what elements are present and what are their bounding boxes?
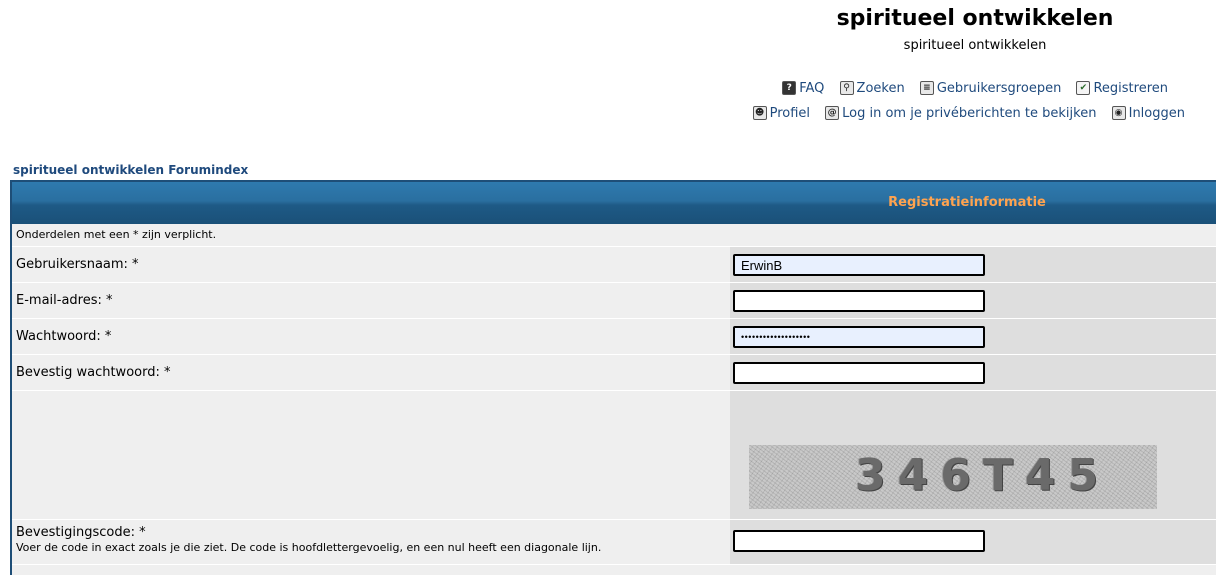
confirmation-code-row: Bevestigingscode: * Voer de code in exac… <box>12 520 1216 565</box>
faq-icon: ? <box>782 81 797 95</box>
required-note: Onderdelen met een * zijn verplicht. <box>12 224 1216 247</box>
captcha-row: 346T45 <box>12 391 1216 520</box>
nav-usergroups[interactable]: ≡ Gebruikersgroepen <box>919 80 1062 96</box>
password-input[interactable]: ••••••••••••••••••• <box>733 326 985 348</box>
nav-search[interactable]: ⚲ Zoeken <box>839 80 905 96</box>
profile-icon: ☻ <box>752 106 767 120</box>
confirmation-code-input[interactable] <box>733 530 985 552</box>
confirmation-code-label: Bevestigingscode: * <box>16 525 146 540</box>
confirm-password-label: Bevestig wachtwoord: * <box>12 355 729 390</box>
captcha-image: 346T45 <box>749 445 1157 509</box>
captcha-text: 346T45 <box>855 450 1111 501</box>
nav-row-main: ? FAQ ⚲ Zoeken ≡ Gebruikersgroepen ✔ Reg… <box>782 79 1168 96</box>
nav-private-messages[interactable]: @ Log in om je privéberichten te bekijke… <box>825 106 1096 121</box>
confirm-password-row: Bevestig wachtwoord: * <box>12 355 1216 391</box>
email-input[interactable] <box>733 290 985 312</box>
registration-form: Registratieinformatie Onderdelen met een… <box>10 180 1216 575</box>
nav-register-label: Registreren <box>1093 80 1168 96</box>
password-row: Wachtwoord: * ••••••••••••••••••• <box>12 319 1216 355</box>
register-icon: ✔ <box>1076 81 1091 95</box>
site-title: spiritueel ontwikkelen <box>836 6 1114 31</box>
captcha-label-cell <box>12 391 729 519</box>
nav-login-label: Inloggen <box>1128 105 1185 121</box>
nav-profile-label: Profiel <box>769 105 810 121</box>
nav-faq[interactable]: ? FAQ <box>782 81 824 96</box>
username-input[interactable] <box>733 254 985 276</box>
nav-usergroups-label: Gebruikersgroepen <box>936 80 1062 96</box>
email-row: E-mail-adres: * <box>12 283 1216 319</box>
username-row: Gebruikersnaam: * <box>12 247 1216 283</box>
usergroups-icon: ≡ <box>919 81 934 95</box>
messages-icon: @ <box>825 106 840 120</box>
form-header-title: Registratieinformatie <box>888 195 1046 210</box>
password-label: Wachtwoord: * <box>12 319 729 354</box>
site-description: spiritueel ontwikkelen <box>903 38 1047 53</box>
nav-faq-label: FAQ <box>799 80 825 96</box>
nav-login[interactable]: ◉ Inloggen <box>1111 105 1185 121</box>
confirmation-code-hint: Voer de code in exact zoals je die ziet.… <box>16 541 602 554</box>
nav-row-user: ☻ Profiel @ Log in om je privéberichten … <box>752 104 1185 121</box>
breadcrumb-forum-index[interactable]: spiritueel ontwikkelen Forumindex <box>13 163 248 177</box>
search-icon: ⚲ <box>839 81 854 95</box>
email-label: E-mail-adres: * <box>12 283 729 318</box>
username-label: Gebruikersnaam: * <box>12 247 729 282</box>
confirm-password-input[interactable] <box>733 362 985 384</box>
nav-profile[interactable]: ☻ Profiel <box>752 105 810 121</box>
confirmation-code-label-cell: Bevestigingscode: * Voer de code in exac… <box>12 520 729 564</box>
nav-register[interactable]: ✔ Registreren <box>1076 81 1168 96</box>
nav-search-label: Zoeken <box>856 80 905 96</box>
form-header-bar: Registratieinformatie <box>12 182 1216 224</box>
login-icon: ◉ <box>1111 106 1126 120</box>
nav-private-messages-label: Log in om je privéberichten te bekijken <box>842 105 1097 121</box>
